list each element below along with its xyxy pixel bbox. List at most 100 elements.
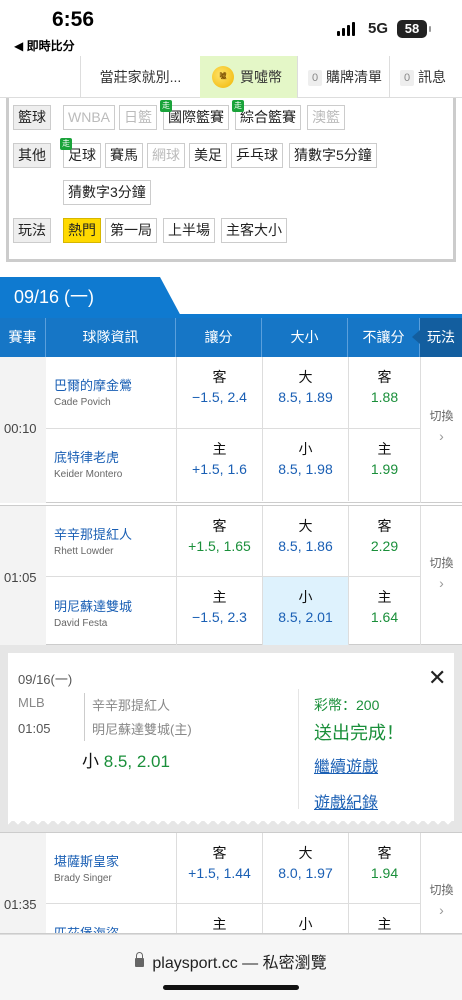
away-team[interactable]: 巴爾的摩金鶯 <box>54 375 132 394</box>
odds-total-over[interactable]: 大 8.5, 1.86 <box>262 506 348 576</box>
play-first-half[interactable]: 上半場 <box>163 218 215 243</box>
odds-value: 2.29 <box>370 538 399 554</box>
url-field[interactable]: playsport.cc — 私密瀏覽 <box>0 949 462 973</box>
odds-side: 主 <box>377 441 392 457</box>
play-popular[interactable]: 熱門 <box>63 218 101 243</box>
filter-intl-basketball[interactable]: 走國際籃賽 <box>160 100 229 130</box>
odds-total-under-selected[interactable]: 小 8.5, 2.01 <box>262 577 348 646</box>
filter-mixed-basketball[interactable]: 走綜合籃賽 <box>232 100 301 130</box>
bet-confirmation-card: ✕ 09/16(一) MLB 01:05 辛辛那提紅人 明尼蘇達雙城(主) 小 … <box>8 653 454 827</box>
home-team[interactable]: 匹茲堡海盜 <box>54 923 119 933</box>
filter-soccer[interactable]: 走足球 <box>60 138 101 168</box>
table-header: 賽事 球隊資訊 讓分 大小 不讓分 玩法 <box>0 318 462 357</box>
odds-ml-away[interactable]: 客 1.94 <box>348 833 420 903</box>
odds-side: 大 <box>298 518 313 534</box>
away-pitcher: Rhett Lowder <box>54 546 114 557</box>
odds-total-over[interactable]: 大 8.0, 1.97 <box>262 833 348 903</box>
filter-american-football[interactable]: 美足 <box>189 143 227 168</box>
odds-value: 8.5, 1.89 <box>278 389 333 405</box>
odds-side: 客 <box>212 845 227 861</box>
filter-aus-basketball[interactable]: 澳籃 <box>307 105 345 130</box>
date-bar: 09/16 (一) <box>0 277 462 318</box>
header-spread: 讓分 <box>176 318 262 357</box>
nav-cart[interactable]: 0 購牌清單 <box>297 56 389 98</box>
nav-buy-coins[interactable]: 噓 買噓幣 <box>200 56 297 98</box>
odds-side: 小 <box>298 916 313 932</box>
bet-confirmation-overlay: ✕ 09/16(一) MLB 01:05 辛辛那提紅人 明尼蘇達雙城(主) 小 … <box>0 645 462 832</box>
odds-side: 客 <box>212 369 227 385</box>
filter-table-tennis[interactable]: 乒乓球 <box>231 143 283 168</box>
odds-total-under[interactable]: 小 8.5, 1.98 <box>262 429 348 501</box>
odds-side: 主 <box>377 916 392 932</box>
play-label: 玩法 <box>13 218 51 243</box>
nav-messages[interactable]: 0 訊息 <box>389 56 462 98</box>
odds-side: 客 <box>377 845 392 861</box>
play-first-inning[interactable]: 第一局 <box>105 218 157 243</box>
odds-total-over[interactable]: 大 8.5, 1.89 <box>262 357 348 428</box>
odds-total-under[interactable]: 小 <box>262 904 348 933</box>
close-icon[interactable]: ✕ <box>428 665 446 691</box>
bet-away-team: 辛辛那提紅人 <box>92 698 171 713</box>
filter-soccer-label: 足球 <box>68 147 96 163</box>
game-record-link[interactable]: 遊戲紀錄 <box>314 789 378 813</box>
home-team[interactable]: 底特律老虎 <box>54 447 119 466</box>
odds-side: 主 <box>212 916 227 932</box>
filter-horse-racing[interactable]: 賽馬 <box>105 143 143 168</box>
continue-game-link[interactable]: 繼續遊戲 <box>314 753 378 777</box>
home-team[interactable]: 明尼蘇達雙城 <box>54 596 132 615</box>
away-team[interactable]: 辛辛那提紅人 <box>54 524 132 543</box>
home-pitcher: David Festa <box>54 618 108 629</box>
filter-japan-basketball[interactable]: 日籃 <box>119 105 157 130</box>
switch-button[interactable]: 切換 › <box>420 833 462 933</box>
game-row: 01:05 辛辛那提紅人 Rhett Lowder 明尼蘇達雙城 David F… <box>0 505 462 646</box>
odds-ml-home[interactable]: 主 1.99 <box>348 429 420 501</box>
submit-success-message: 送出完成！ <box>314 723 404 743</box>
odds-value: +1.5, 1.44 <box>188 865 251 881</box>
game-time: 01:05 <box>4 570 37 585</box>
away-team[interactable]: 堪薩斯皇家 <box>54 851 119 870</box>
date-tab[interactable]: 09/16 (一) <box>0 277 182 318</box>
odds-ml-home[interactable]: 主 <box>348 904 420 933</box>
header-total: 大小 <box>262 318 348 357</box>
play-home-away-total[interactable]: 主客大小 <box>221 218 287 243</box>
header-play-type[interactable]: 玩法 <box>412 318 462 357</box>
back-to-app-link[interactable]: ◀ 即時比分 <box>14 37 75 54</box>
switch-button[interactable]: 切換 › <box>420 357 462 503</box>
network-type: 5G <box>368 20 389 37</box>
filter-guess-3min[interactable]: 猜數字3分鐘 <box>63 180 151 205</box>
odds-value: +1.5, 1.65 <box>188 538 251 554</box>
browser-address-bar: playsport.cc — 私密瀏覽 <box>0 934 462 1000</box>
switch-button[interactable]: 切換 › <box>420 506 462 646</box>
switch-label: 切換 <box>429 409 454 423</box>
odds-ml-away[interactable]: 客 1.88 <box>348 357 420 428</box>
odds-side: 大 <box>298 845 313 861</box>
odds-ml-home[interactable]: 主 1.64 <box>348 577 420 646</box>
away-pitcher: Cade Povich <box>54 397 111 408</box>
odds-spread-home[interactable]: 主 +1.5, 1.6 <box>176 429 262 501</box>
odds-value: 8.5, 2.01 <box>278 609 333 625</box>
nav-banker[interactable]: 當莊家就別... <box>80 56 200 98</box>
filter-tennis[interactable]: 網球 <box>147 143 185 168</box>
bet-selection: 小 8.5, 2.01 <box>82 747 170 772</box>
odds-spread-away[interactable]: 客 +1.5, 1.44 <box>176 833 262 903</box>
odds-spread-home[interactable]: 主 −1.5, 2.3 <box>176 577 262 646</box>
odds-spread-away[interactable]: 客 +1.5, 1.65 <box>176 506 262 576</box>
coin-icon: 噓 <box>212 66 234 88</box>
cart-count: 0 <box>308 70 322 87</box>
filter-guess-5min[interactable]: 猜數字5分鐘 <box>289 143 377 168</box>
chevron-right-icon: › <box>439 575 444 591</box>
game-row: 00:10 巴爾的摩金鶯 Cade Povich 底特律老虎 Keider Mo… <box>0 357 462 503</box>
live-badge: 走 <box>160 100 172 112</box>
odds-value: +1.5, 1.6 <box>192 461 247 477</box>
game-time-col: 00:10 <box>0 357 46 503</box>
home-indicator[interactable] <box>163 985 299 990</box>
odds-value: 1.99 <box>370 461 399 477</box>
odds-ml-away[interactable]: 客 2.29 <box>348 506 420 576</box>
odds-spread-home[interactable]: 主 <box>176 904 262 933</box>
other-label: 其他 <box>13 143 51 168</box>
game-time-col: 01:35 <box>0 833 46 933</box>
nav-msg-label: 訊息 <box>418 69 446 85</box>
odds-spread-away[interactable]: 客 −1.5, 2.4 <box>176 357 262 428</box>
header-moneyline: 不讓分 <box>348 318 420 357</box>
filter-wnba[interactable]: WNBA <box>63 105 115 130</box>
